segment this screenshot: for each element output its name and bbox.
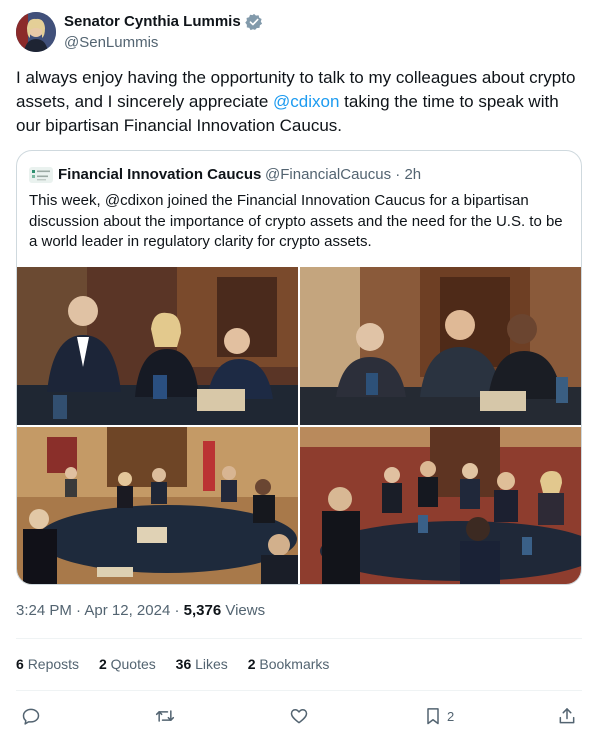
quoted-tweet-header: Financial Innovation Caucus @FinancialCa…	[29, 165, 569, 185]
quoted-photo-3[interactable]	[17, 427, 298, 584]
quoted-tweet-card[interactable]: Financial Innovation Caucus @FinancialCa…	[16, 150, 582, 585]
bookmarks-stat[interactable]: 2 Bookmarks	[248, 656, 330, 672]
quoted-author-meta: @FinancialCaucus · 2h	[265, 166, 421, 183]
quoted-author-avatar[interactable]	[29, 167, 53, 183]
reposts-count: 6	[16, 656, 24, 672]
divider	[16, 690, 582, 691]
engagement-stats: 6 Reposts 2 Quotes 36 Likes 2 Bookmarks	[16, 656, 345, 672]
reply-icon	[22, 708, 40, 725]
like-button[interactable]	[289, 704, 309, 728]
quoted-author-name[interactable]: Financial Innovation Caucus	[58, 166, 261, 183]
likes-label: Likes	[195, 656, 228, 672]
views-label: Views	[225, 602, 266, 619]
quoted-photo-2[interactable]	[300, 267, 581, 425]
bookmark-icon	[427, 708, 439, 725]
meta-separator: ·	[76, 602, 82, 619]
quoted-tweet-age[interactable]: 2h	[404, 166, 421, 183]
share-button[interactable]	[557, 704, 577, 728]
tweet-text: I always enjoy having the opportunity to…	[16, 66, 576, 138]
quotes-label: Quotes	[110, 656, 156, 672]
quoted-tweet-text: This week, @cdixon joined the Financial …	[29, 192, 563, 250]
tweet-time[interactable]: 3:24 PM	[16, 602, 72, 619]
likes-count: 36	[175, 656, 192, 672]
tweet-timestamp-row: 3:24 PM · Apr 12, 2024 · 5,376 Views	[16, 602, 265, 619]
bookmarks-label: Bookmarks	[259, 656, 330, 672]
reposts-stat[interactable]: 6 Reposts	[16, 656, 79, 672]
share-icon	[559, 708, 575, 724]
quoted-photo-4[interactable]	[300, 427, 581, 584]
bookmark-count: 2	[447, 708, 455, 724]
reposts-label: Reposts	[27, 656, 80, 672]
meta-separator: ·	[174, 602, 180, 619]
repost-button[interactable]	[155, 704, 175, 728]
meta-separator: ·	[395, 166, 401, 183]
quoted-author-handle[interactable]: @FinancialCaucus	[265, 166, 391, 183]
author-name[interactable]: Senator Cynthia Lummis	[64, 13, 241, 30]
quotes-count: 2	[98, 656, 107, 672]
mention-link[interactable]: @cdixon	[273, 92, 339, 111]
tweet-header: Senator Cynthia Lummis @SenLummis	[16, 12, 576, 54]
bookmark-button[interactable]: 2	[423, 704, 454, 728]
verified-badge-icon[interactable]	[245, 13, 263, 31]
author-avatar[interactable]	[16, 12, 56, 52]
quotes-stat[interactable]: 2 Quotes	[99, 656, 156, 672]
author-handle[interactable]: @SenLummis	[64, 34, 158, 51]
divider	[16, 638, 582, 639]
reply-button[interactable]	[21, 704, 41, 728]
likes-stat[interactable]: 36 Likes	[176, 656, 228, 672]
views-count: 5,376	[183, 602, 222, 619]
repost-icon	[155, 710, 175, 722]
quoted-photo-1[interactable]	[17, 267, 298, 425]
bookmarks-count: 2	[247, 656, 256, 672]
tweet-date[interactable]: Apr 12, 2024	[84, 602, 170, 619]
like-icon	[290, 709, 308, 724]
tweet-action-bar: 2	[16, 702, 582, 730]
